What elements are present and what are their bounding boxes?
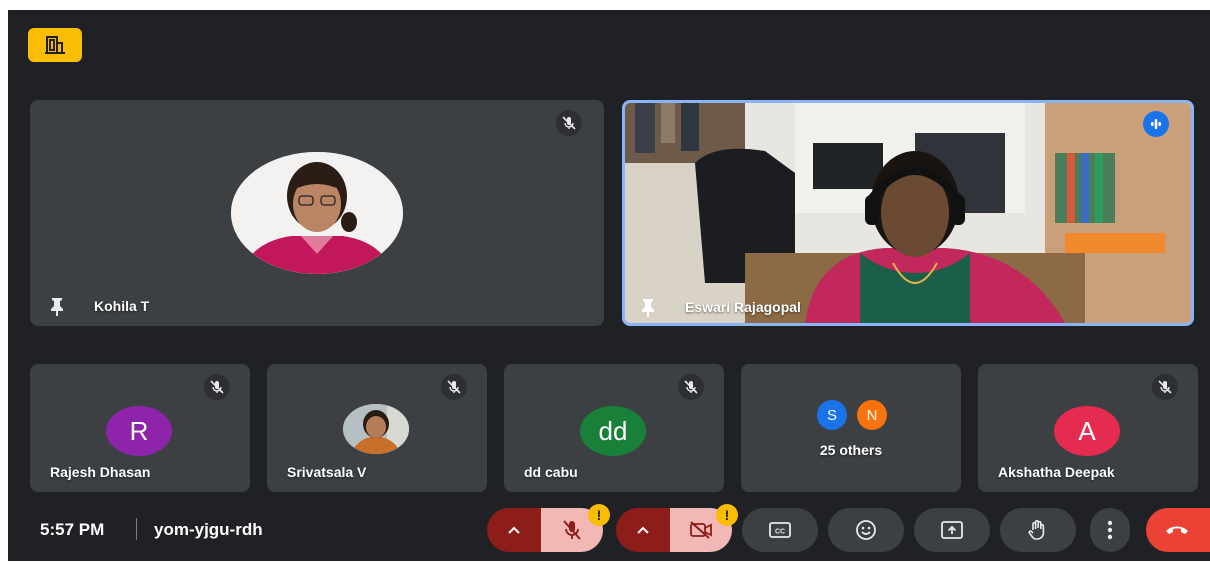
muted-icon xyxy=(204,374,230,400)
participant-name: dd cabu xyxy=(524,464,578,480)
call-end-icon xyxy=(1166,526,1188,534)
participant-name: Akshatha Deepak xyxy=(998,464,1115,480)
others-count-label: 25 others xyxy=(819,442,883,458)
muted-icon xyxy=(556,110,582,136)
mic-options-button[interactable] xyxy=(487,508,541,552)
mic-warning-badge: ! xyxy=(588,504,610,526)
participant-tile-others[interactable]: S N 25 others xyxy=(741,364,961,492)
muted-icon xyxy=(1152,374,1178,400)
camera-options-button[interactable] xyxy=(616,508,670,552)
more-options-button[interactable] xyxy=(1090,508,1130,552)
muted-icon xyxy=(441,374,467,400)
mic-off-icon xyxy=(563,520,581,540)
avatar: dd xyxy=(580,406,646,456)
speaking-indicator-icon xyxy=(1143,111,1169,137)
participant-tile-kohila[interactable]: Kohila T xyxy=(30,100,604,326)
meeting-room-icon xyxy=(45,36,65,54)
captions-button[interactable]: CC xyxy=(742,508,818,552)
pin-icon[interactable] xyxy=(639,297,657,317)
raise-hand-button[interactable] xyxy=(1000,508,1076,552)
chevron-up-icon xyxy=(508,526,520,534)
avatar-photo xyxy=(343,404,409,454)
camera-off-icon xyxy=(690,521,712,539)
present-screen-button[interactable] xyxy=(914,508,990,552)
hand-icon xyxy=(1028,519,1045,540)
participant-video xyxy=(625,103,1191,323)
participant-tile-srivatsala[interactable]: Srivatsala V xyxy=(267,364,487,492)
clock-time: 5:57 PM xyxy=(40,520,105,539)
meeting-code: yom-yjgu-rdh xyxy=(154,520,263,539)
mini-avatar: N xyxy=(857,400,887,430)
participant-tile-akshatha[interactable]: A Akshatha Deepak xyxy=(978,364,1198,492)
present-icon xyxy=(941,521,963,539)
participant-name: Rajesh Dhasan xyxy=(50,464,151,480)
mini-avatar: S xyxy=(817,400,847,430)
more-vert-icon xyxy=(1107,520,1113,540)
participant-tile-eswari[interactable]: Eswari Rajagopal xyxy=(622,100,1194,326)
svg-text:CC: CC xyxy=(775,529,785,536)
camera-warning-badge: ! xyxy=(716,504,738,526)
pin-icon[interactable] xyxy=(48,296,66,316)
chevron-up-icon xyxy=(637,526,649,534)
participant-tile-rajesh[interactable]: R Rajesh Dhasan xyxy=(30,364,250,492)
participant-name: Eswari Rajagopal xyxy=(685,299,801,315)
meeting-stage: Kohila T Eswari Rajagopal R Rajesh Dhasa… xyxy=(8,10,1210,561)
emoji-icon xyxy=(856,520,876,540)
participant-name: Kohila T xyxy=(94,298,150,314)
muted-icon xyxy=(678,374,704,400)
leave-call-button[interactable] xyxy=(1146,508,1210,552)
captions-icon: CC xyxy=(769,522,791,538)
avatar: A xyxy=(1054,406,1120,456)
avatar: R xyxy=(106,406,172,456)
profile-photo xyxy=(231,152,403,274)
meeting-room-badge[interactable] xyxy=(28,28,82,62)
participant-tile-dd-cabu[interactable]: dd dd cabu xyxy=(504,364,724,492)
emoji-reaction-button[interactable] xyxy=(828,508,904,552)
participant-name: Srivatsala V xyxy=(287,464,367,480)
divider xyxy=(136,518,137,540)
